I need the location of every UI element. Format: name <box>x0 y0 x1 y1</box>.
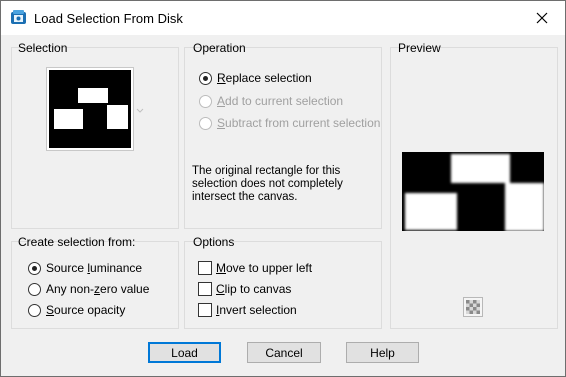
source-luminance-radio[interactable]: Source luminance <box>28 261 142 275</box>
checkbox-box <box>198 261 212 275</box>
clip-to-canvas-label: Clip to canvas <box>216 282 292 296</box>
radio-indicator <box>28 261 41 275</box>
help-button[interactable]: Help <box>346 342 419 363</box>
title-bar: Load Selection From Disk <box>1 1 565 35</box>
close-button[interactable] <box>519 1 565 35</box>
selection-group-label: Selection <box>18 41 68 55</box>
preview-canvas <box>402 152 544 231</box>
cancel-button[interactable]: Cancel <box>247 342 321 363</box>
selection-thumbnail[interactable] <box>46 67 134 151</box>
preview-group-label: Preview <box>398 41 441 55</box>
clip-to-canvas-checkbox[interactable]: Clip to canvas <box>198 282 291 296</box>
any-non-zero-value-radio[interactable]: Any non-zero value <box>28 282 149 296</box>
move-to-upper-left-label: Move to upper left <box>216 261 313 275</box>
dialog-window: Load Selection From Disk Selection Opera… <box>0 0 566 377</box>
checkerboard-icon <box>466 300 480 314</box>
subtract-from-selection-label: Subtract from current selection <box>217 116 381 130</box>
source-luminance-label: Source luminance <box>46 261 143 275</box>
load-button[interactable]: Load <box>148 342 221 363</box>
replace-selection-label: Replace selection <box>217 71 312 85</box>
radio-indicator <box>199 94 212 108</box>
preview-image <box>402 152 544 231</box>
invert-selection-checkbox[interactable]: Invert selection <box>198 303 297 317</box>
add-to-selection-label: Add to current selection <box>217 94 344 108</box>
selection-dropdown-arrow[interactable] <box>136 103 144 113</box>
radio-indicator <box>199 116 212 130</box>
subtract-from-selection-radio[interactable]: Subtract from current selection <box>199 116 380 130</box>
options-group-label: Options <box>193 235 235 249</box>
window-title: Load Selection From Disk <box>34 11 183 26</box>
chevron-down-icon <box>136 108 144 113</box>
radio-indicator <box>199 71 212 85</box>
replace-selection-radio[interactable]: Replace selection <box>199 71 312 85</box>
source-opacity-label: Source opacity <box>46 303 126 317</box>
checkbox-box <box>198 282 212 296</box>
close-icon <box>536 12 548 24</box>
add-to-selection-radio[interactable]: Add to current selection <box>199 94 343 108</box>
operation-group-label: Operation <box>193 41 246 55</box>
app-icon <box>11 10 26 24</box>
create-selection-from-label: Create selection from: <box>18 235 136 249</box>
radio-indicator <box>28 282 41 296</box>
operation-message: The original rectangle for this selectio… <box>192 165 343 203</box>
source-opacity-radio[interactable]: Source opacity <box>28 303 125 317</box>
move-to-upper-left-checkbox[interactable]: Move to upper left <box>198 261 312 275</box>
any-non-zero-value-label: Any non-zero value <box>46 282 150 296</box>
invert-selection-label: Invert selection <box>216 303 297 317</box>
preview-zoom-button[interactable] <box>463 297 483 317</box>
radio-indicator <box>28 303 41 317</box>
checkbox-box <box>198 303 212 317</box>
selection-thumbnail-image <box>49 70 131 148</box>
